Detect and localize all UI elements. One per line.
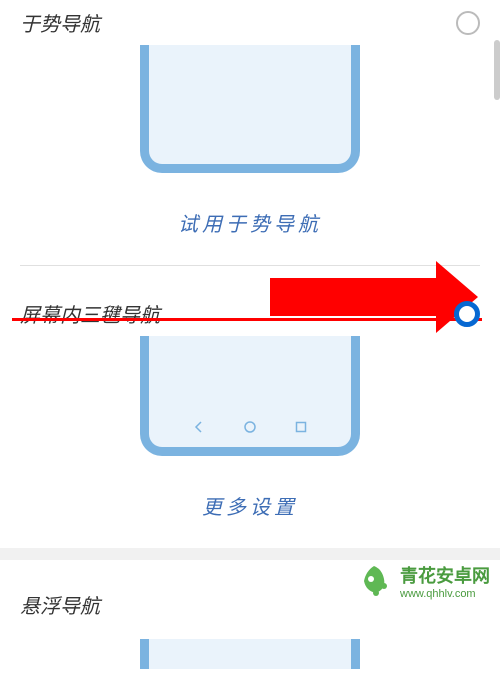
recent-icon	[294, 420, 308, 434]
phone-frame-floating	[140, 639, 360, 669]
watermark-url: www.qhhlv.com	[400, 588, 490, 600]
home-icon	[243, 420, 257, 434]
gesture-radio[interactable]	[456, 11, 480, 35]
watermark-logo-icon	[354, 561, 394, 601]
arrow-body	[270, 278, 440, 316]
phone-frame-three-key	[140, 336, 360, 456]
section-gap	[0, 548, 500, 560]
phone-frame-gesture	[140, 45, 360, 173]
red-underline	[12, 318, 482, 321]
scrollbar[interactable]	[494, 40, 500, 100]
floating-preview	[20, 639, 480, 689]
gesture-label: 于势导航	[20, 8, 100, 37]
more-settings-link[interactable]: 更多设置	[0, 476, 500, 548]
watermark: 青花安卓网 www.qhhlv.com	[354, 561, 490, 601]
try-gesture-link[interactable]: 试用于势导航	[0, 193, 500, 265]
arrow-annotation	[270, 278, 440, 316]
three-key-preview	[20, 336, 480, 476]
back-icon	[192, 420, 206, 434]
three-key-label: 屏幕内三毽导航	[20, 299, 160, 328]
nav-bar	[149, 407, 351, 447]
gesture-preview	[20, 45, 480, 193]
watermark-name: 青花安卓网	[400, 562, 490, 588]
three-key-radio[interactable]	[454, 301, 480, 327]
gesture-nav-section: 于势导航	[0, 0, 500, 193]
floating-label: 悬浮导航	[20, 590, 100, 619]
watermark-text: 青花安卓网 www.qhhlv.com	[400, 562, 490, 600]
gesture-option-row[interactable]: 于势导航	[20, 0, 480, 45]
